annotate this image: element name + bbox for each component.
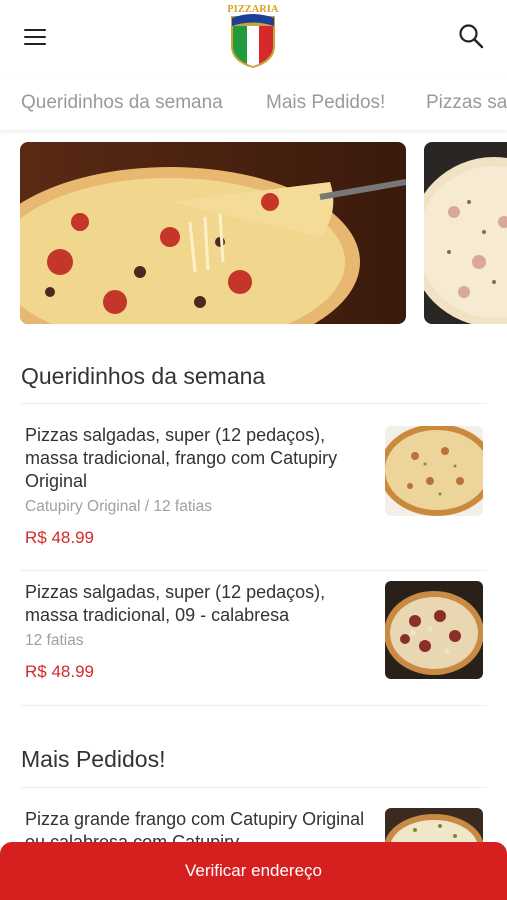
divider [20,570,487,571]
menu-item-frango-catupiry[interactable]: Pizzas salgadas, super (12 pedaços), mas… [20,424,487,554]
item-description: Catupiry Original / 12 fatias [25,498,212,515]
divider [20,705,487,706]
section-title-queridinhos: Queridinhos da semana [21,363,266,389]
banner-carousel[interactable] [20,142,507,326]
item-price: R$ 48.99 [25,528,94,547]
item-description: 12 fatias [25,632,84,649]
pizzaria-italian-logo: PIZZARIA [223,4,283,68]
section-title-mais-pedidos: Mais Pedidos! [21,746,166,772]
search-icon[interactable] [457,22,485,50]
app-header: PIZZARIA [0,0,507,74]
divider [20,403,487,404]
item-price: R$ 48.99 [25,662,94,681]
item-title: Pizzas salgadas, super (12 pedaços), mas… [25,582,326,625]
banner-pizza-slice[interactable] [20,142,406,324]
menu-item-calabresa[interactable]: Pizzas salgadas, super (12 pedaços), mas… [20,581,487,691]
category-tabs: Queridinhos da semana Mais Pedidos! Pizz… [0,74,507,130]
item-thumbnail [385,581,483,679]
item-title: Pizzas salgadas, super (12 pedaços), mas… [25,425,338,491]
verificar-endereco-button[interactable]: Verificar endereço [0,842,507,900]
tab-queridinhos[interactable]: Queridinhos da semana [21,92,223,114]
tab-mais-pedidos[interactable]: Mais Pedidos! [266,92,385,114]
banner-pizza-whole[interactable] [424,142,507,324]
divider [20,787,487,788]
logo-top-text: PIZZARIA [227,4,279,15]
item-thumbnail [385,426,483,516]
hamburger-menu-icon[interactable] [22,24,48,48]
tab-pizzas-salgadas[interactable]: Pizzas sa [426,92,507,114]
